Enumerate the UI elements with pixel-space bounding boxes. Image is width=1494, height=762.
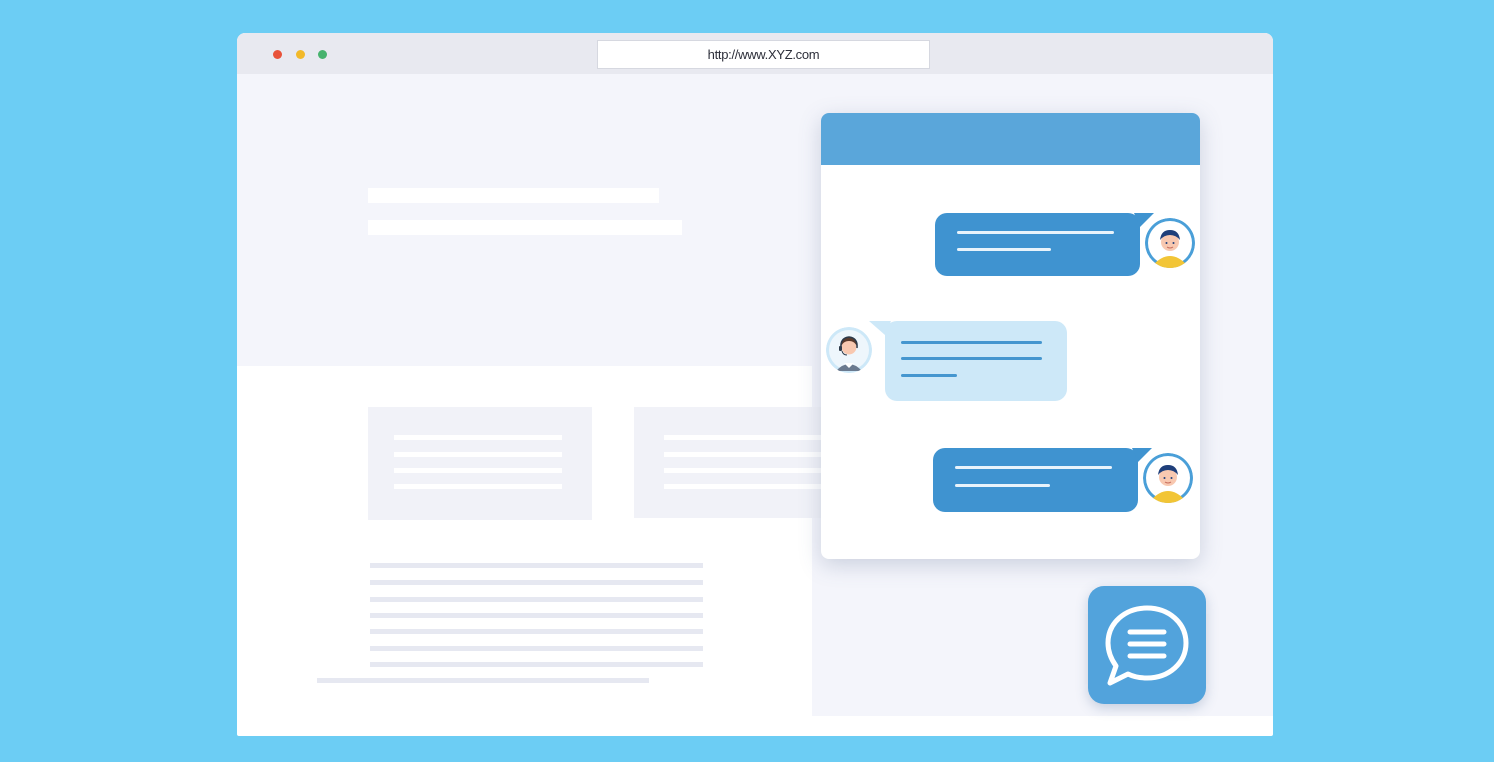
chat-bubble-icon [1105,605,1189,686]
incoming-message-bubble [885,321,1067,401]
chat-widget-window [821,113,1200,559]
support-agent-headset-avatar-icon [826,327,872,373]
male-user-avatar-icon [1143,453,1193,503]
outgoing-message-bubble [933,448,1138,512]
address-bar[interactable]: http://www.XYZ.com [597,40,930,69]
hero-subheadline-placeholder [368,220,682,235]
male-user-avatar-icon [1145,218,1195,268]
content-card-placeholder [634,407,824,518]
browser-titlebar: http://www.XYZ.com [237,33,1273,74]
incoming-bubble-tail-icon [869,321,891,335]
outgoing-message-bubble [935,213,1140,276]
maximize-window-button[interactable] [318,50,327,59]
hero-headline-placeholder [368,188,659,203]
chat-header [821,113,1200,165]
chat-launcher-button[interactable] [1088,586,1206,704]
minimize-window-button[interactable] [296,50,305,59]
close-window-button[interactable] [273,50,282,59]
content-card-placeholder [368,407,592,520]
